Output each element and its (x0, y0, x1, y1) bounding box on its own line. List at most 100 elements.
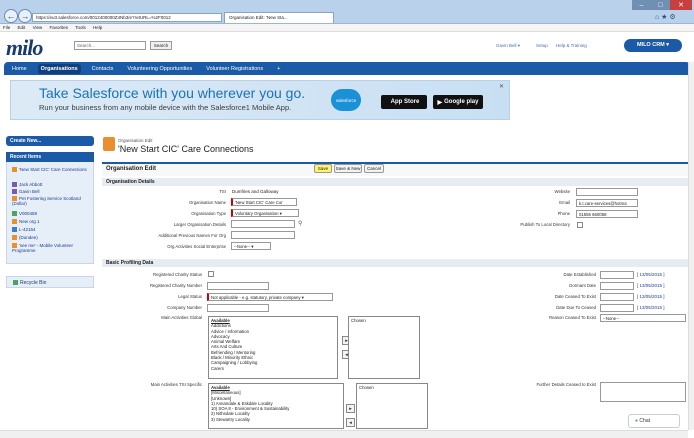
date-due-field[interactable] (600, 304, 634, 312)
company-number-field[interactable] (207, 304, 269, 312)
address-bar[interactable]: https://eu3.salesforce.com/0012400000Z4N… (32, 13, 222, 22)
create-new-button[interactable]: Create New... (6, 136, 94, 146)
dormant-date-label: Dormant Date (569, 283, 596, 288)
recent-item-label: V000458 (19, 211, 38, 216)
search-input[interactable]: Search... (74, 41, 146, 50)
save-button[interactable]: Save (314, 164, 332, 173)
organisation-icon (103, 137, 115, 151)
user-menu[interactable]: Gavin Bell ▾ (496, 43, 520, 49)
date-established-label: Date Established (563, 272, 597, 277)
save-new-button[interactable]: Save & New (334, 164, 362, 173)
menu-item[interactable]: Help (93, 25, 102, 30)
section-organisation-details: Organisation Details (102, 178, 688, 186)
recent-item[interactable]: Pet Fostering Service Scotland (Dollar) (12, 196, 92, 206)
tab-add[interactable]: + (274, 64, 283, 74)
tsi-label: TSI (219, 189, 226, 194)
edit-header (102, 162, 688, 176)
vertical-scrollbar[interactable] (688, 62, 694, 430)
tab-contacts[interactable]: Contacts (89, 64, 117, 74)
website-field[interactable] (576, 188, 638, 196)
google-play-button[interactable]: ▶ Google play (433, 95, 483, 109)
recycle-bin-link[interactable]: Recycle Bin (6, 276, 94, 288)
recent-item[interactable]: New org 1 (12, 219, 92, 225)
charity-number-field[interactable] (207, 282, 269, 290)
larger-org-field[interactable] (231, 220, 295, 228)
edit-title: Organisation Edit (106, 166, 157, 172)
help-link[interactable]: Help & Training (556, 43, 587, 48)
global-chosen-list[interactable]: Chosen (348, 316, 420, 379)
publish-checkbox[interactable] (577, 222, 583, 228)
home-star-gear-icon[interactable]: ⌂ ★ ⚙ (655, 13, 676, 21)
legal-status-label: Legal Status (178, 294, 202, 299)
remove-arrow-icon[interactable]: ◂ (346, 418, 355, 427)
phone-label: Phone (557, 211, 570, 216)
date-ceased-field[interactable] (600, 293, 634, 301)
email-field[interactable]: k.t.care-services@hotma (576, 199, 638, 207)
tab-home[interactable]: Home (9, 64, 30, 74)
recent-item[interactable]: V000458 (12, 211, 92, 217)
menu-bar: File Edit View Favorites Tools Help (0, 24, 694, 32)
tab-volunteer-registrations[interactable]: Volunteer Registrations (203, 64, 266, 74)
logo: milo (6, 35, 43, 60)
app-store-button[interactable]: App Store (381, 95, 427, 109)
further-details-field[interactable] (600, 382, 686, 402)
horizontal-scrollbar[interactable] (0, 430, 688, 438)
legal-status-select[interactable]: Not applicable - e.g. statutory, private… (207, 293, 333, 301)
menu-item[interactable]: View (33, 25, 43, 30)
promo-banner: Take Salesforce with you wherever you go… (10, 80, 510, 120)
setup-link[interactable]: Setup (536, 43, 548, 48)
app-store-label: App Store (390, 99, 420, 105)
app-menu-button[interactable]: MILO CRM ▾ (624, 39, 682, 52)
date-today-link[interactable]: [ 13/05/2015 ] (637, 294, 665, 299)
list-option[interactable]: Carers (211, 366, 335, 371)
recent-item[interactable]: 'see me' - Mobile Volunteer Programme (12, 243, 92, 253)
tab-organisations[interactable]: Organisations (37, 63, 81, 74)
menu-item[interactable]: File (3, 25, 10, 30)
date-today-link[interactable]: [ 13/05/2015 ] (637, 283, 665, 288)
reason-ceased-select[interactable]: --None-- (600, 314, 686, 322)
list-option[interactable]: 3) Stewartry Locality (211, 417, 341, 422)
forward-button[interactable]: → (18, 9, 32, 23)
browser-tab[interactable]: Organisation Edit: 'New Sta... (224, 12, 334, 23)
recent-item[interactable]: Gavin Bell (12, 189, 92, 195)
date-established-field[interactable] (600, 271, 634, 279)
email-label: Email (559, 200, 570, 205)
menu-item[interactable]: Tools (75, 25, 86, 30)
date-today-link[interactable]: [ 13/05/2015 ] (637, 272, 665, 277)
charity-status-label: Registered Charity Status (153, 272, 202, 277)
back-button[interactable]: ← (4, 9, 18, 23)
tsi-chosen-list[interactable]: Chosen (356, 383, 428, 429)
menu-item[interactable]: Favorites (50, 25, 69, 30)
cancel-button[interactable]: Cancel (364, 164, 384, 173)
search-button[interactable]: Search (150, 41, 172, 50)
page-title: 'New Start CIC' Care Connections (118, 144, 254, 154)
banner-subtitle: Run your business from any mobile device… (39, 103, 292, 112)
prev-names-field[interactable] (231, 231, 295, 239)
org-type-select[interactable]: Voluntary Organisation ▾ (231, 209, 299, 217)
dormant-date-field[interactable] (600, 282, 634, 290)
tab-volunteering-opportunities[interactable]: Volunteering Opportunities (124, 64, 195, 74)
chosen-heading: Chosen (359, 385, 374, 390)
banner-title: Take Salesforce with you wherever you go… (39, 85, 306, 101)
date-today-link[interactable]: [ 13/05/2015 ] (637, 305, 665, 310)
maximize-icon[interactable]: □ (651, 0, 670, 10)
menu-item[interactable]: Edit (18, 25, 26, 30)
global-available-list[interactable]: Available Addictions Advice / Informatio… (208, 316, 338, 379)
add-arrow-icon[interactable]: ▸ (346, 404, 355, 413)
recent-item-label: 'New Start CIC' Care Connections (19, 167, 87, 172)
banner-close-icon[interactable]: ✕ (499, 83, 504, 90)
org-name-field[interactable]: 'New Start CIC' Care Cor (231, 198, 297, 206)
recent-item[interactable]: Jack Abbott (12, 182, 92, 188)
recent-item[interactable]: 'New Start CIC' Care Connections (12, 167, 92, 173)
lookup-icon[interactable]: ⚲ (298, 220, 302, 227)
tsi-available-list[interactable]: Available [Miscellaneous] [Unknown] 1) A… (208, 383, 344, 429)
salesforce-logo: salesforce (331, 89, 361, 111)
charity-status-checkbox[interactable] (208, 271, 214, 277)
phone-field[interactable]: 01556 660058 (576, 210, 638, 218)
recent-item[interactable]: L-42164 (12, 227, 92, 233)
social-ent-select[interactable]: --None-- ▾ (231, 242, 271, 250)
close-icon[interactable]: ✕ (670, 0, 692, 10)
recent-item[interactable]: (Dundee) (12, 235, 92, 241)
chat-widget[interactable]: ● Chat (628, 414, 680, 428)
minimize-icon[interactable]: – (632, 0, 651, 10)
